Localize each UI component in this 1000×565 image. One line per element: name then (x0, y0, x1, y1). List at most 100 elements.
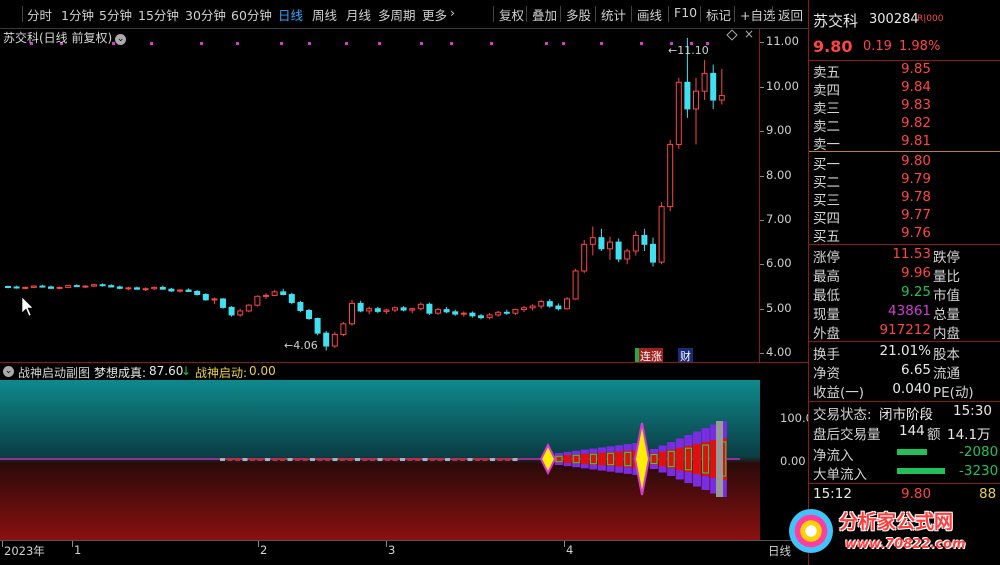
candle[interactable] (185, 288, 192, 292)
period-tab-6[interactable]: 日线 (278, 5, 303, 24)
period-tab-10[interactable]: 更多 (422, 5, 447, 24)
bid-row[interactable]: 买二 9.79 (813, 171, 999, 191)
candle[interactable] (323, 330, 330, 351)
candle[interactable] (460, 311, 467, 317)
candle[interactable] (615, 238, 622, 263)
chevron-down-icon[interactable]: ⌄ (115, 34, 127, 45)
close-icon[interactable]: × (744, 27, 754, 41)
ask-row[interactable]: 卖五 9.85 (813, 61, 999, 81)
candle[interactable] (48, 285, 54, 289)
candle[interactable] (82, 285, 89, 288)
ask-row[interactable]: 卖一 9.81 (813, 133, 999, 153)
bid-row[interactable]: 买一 9.80 (813, 153, 999, 173)
candle[interactable] (142, 287, 149, 291)
candle[interactable] (443, 306, 450, 314)
candle[interactable] (478, 314, 484, 320)
candle[interactable] (314, 317, 321, 336)
indicator-svg[interactable] (0, 380, 760, 540)
candle[interactable] (693, 77, 699, 145)
candle[interactable] (710, 64, 717, 109)
candle[interactable] (572, 268, 579, 300)
tool-button-5[interactable]: F10 (674, 5, 697, 20)
candle[interactable] (564, 297, 570, 310)
candle[interactable] (245, 304, 252, 313)
candle[interactable] (99, 283, 106, 287)
candle[interactable] (538, 299, 545, 309)
candle[interactable] (701, 60, 708, 101)
ask-row[interactable]: 卖四 9.84 (813, 79, 999, 99)
candle[interactable] (288, 292, 295, 305)
candle[interactable] (134, 286, 140, 290)
tool-button-0[interactable]: 复权 (499, 5, 524, 24)
candle[interactable] (349, 299, 355, 326)
period-tab-2[interactable]: 5分钟 (99, 5, 132, 24)
candle[interactable] (228, 306, 235, 317)
indicator-name[interactable]: 战神启动副图 (18, 364, 90, 381)
candle[interactable] (65, 285, 72, 289)
candle[interactable] (607, 236, 613, 260)
candle[interactable] (73, 284, 80, 288)
period-tab-9[interactable]: 多周期 (378, 5, 416, 24)
candle[interactable] (392, 306, 398, 313)
candle[interactable] (589, 226, 596, 256)
candle[interactable] (546, 298, 553, 308)
period-tab-4[interactable]: 30分钟 (185, 5, 226, 24)
candle[interactable] (555, 303, 562, 311)
candle[interactable] (306, 308, 312, 320)
candle[interactable] (263, 293, 269, 299)
candlestick-svg[interactable] (0, 29, 760, 362)
candle[interactable] (202, 293, 209, 301)
tool-button-7[interactable]: +自选 (740, 5, 775, 24)
candle[interactable] (675, 77, 682, 149)
tool-button-1[interactable]: 叠加 (532, 5, 557, 24)
candlestick-chart[interactable]: 苏交科(日线 前复权) ⌄ ←11.10 ←4.06 连涨 财 × (0, 27, 760, 364)
period-tab-7[interactable]: 周线 (312, 5, 337, 24)
candle[interactable] (452, 309, 459, 316)
candle[interactable] (495, 310, 502, 317)
ask-row[interactable]: 卖二 9.82 (813, 115, 999, 135)
candle[interactable] (125, 286, 132, 291)
candle[interactable] (435, 307, 441, 315)
candle[interactable] (280, 288, 287, 296)
candle[interactable] (331, 331, 338, 348)
tool-button-6[interactable]: 标记 (706, 5, 731, 24)
candle[interactable] (91, 283, 97, 287)
candle[interactable] (108, 284, 115, 288)
bid-row[interactable]: 买四 9.77 (813, 207, 999, 227)
candle[interactable] (417, 302, 424, 311)
candle[interactable] (641, 228, 648, 251)
candle[interactable] (400, 306, 407, 312)
candle[interactable] (56, 286, 63, 290)
candle[interactable] (237, 308, 244, 317)
candle[interactable] (374, 306, 381, 314)
candle[interactable] (177, 289, 183, 293)
bid-row[interactable]: 买五 9.76 (813, 225, 999, 245)
candle[interactable] (581, 239, 588, 274)
candle[interactable] (366, 306, 373, 315)
tick-row[interactable]: 15:12 9.80 88 (813, 486, 999, 505)
candle[interactable] (529, 304, 536, 311)
indicator-collapse-icon[interactable]: ⌄ (3, 366, 14, 377)
candle[interactable] (598, 228, 605, 251)
candle[interactable] (624, 248, 631, 265)
period-tab-5[interactable]: 60分钟 (231, 5, 272, 24)
bid-row[interactable]: 买三 9.78 (813, 189, 999, 209)
candle[interactable] (116, 285, 123, 290)
candle[interactable] (503, 309, 510, 315)
candle[interactable] (426, 302, 433, 315)
candle[interactable] (22, 286, 29, 290)
period-tab-8[interactable]: 月线 (346, 5, 371, 24)
candle[interactable] (151, 286, 158, 291)
tool-button-8[interactable]: 返回 (778, 5, 803, 24)
candle[interactable] (297, 300, 304, 313)
indicator-chart[interactable] (0, 380, 760, 540)
candle[interactable] (220, 298, 226, 309)
period-tab-0[interactable]: 分时 (27, 5, 52, 24)
candle[interactable] (486, 313, 493, 320)
candle[interactable] (658, 202, 665, 265)
candle[interactable] (409, 307, 416, 314)
more-arrow-icon[interactable]: › (450, 5, 455, 20)
tool-button-3[interactable]: 统计 (601, 5, 626, 24)
period-tab-1[interactable]: 1分钟 (61, 5, 94, 24)
candle[interactable] (512, 308, 519, 315)
